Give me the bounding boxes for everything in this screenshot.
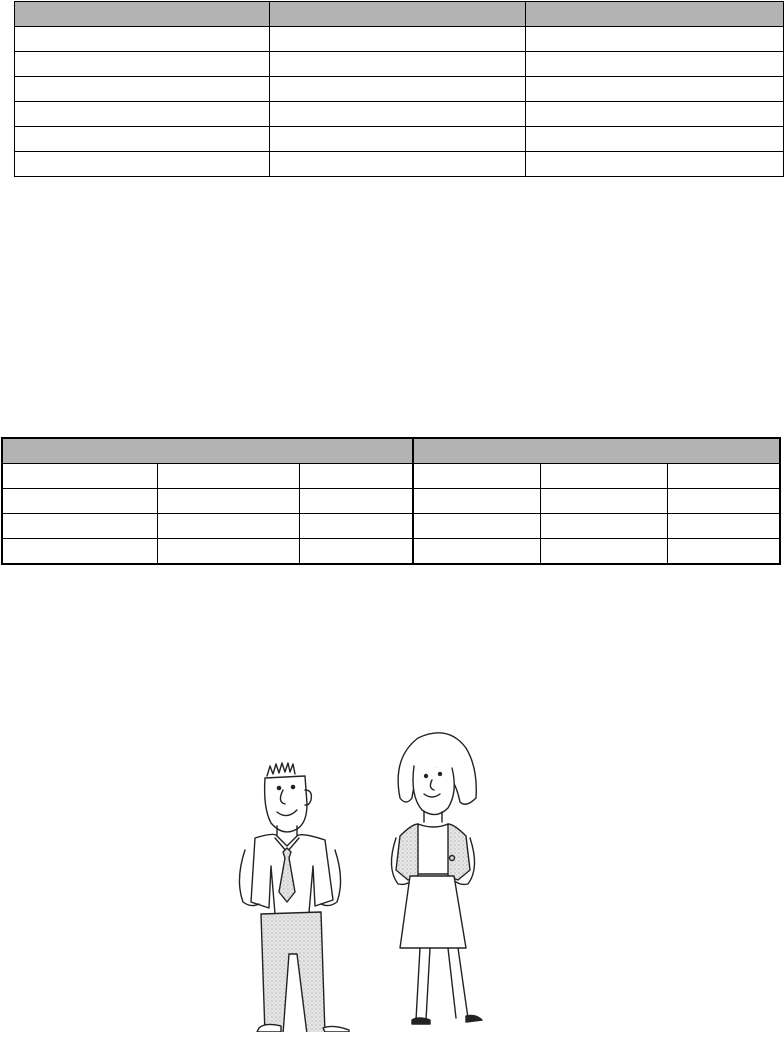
table-cell	[667, 513, 781, 539]
table-row	[14, 26, 784, 52]
table-cell	[269, 76, 526, 102]
table-cell	[412, 488, 541, 514]
table-cell	[525, 76, 784, 102]
table-row	[1, 488, 781, 514]
table-row	[1, 513, 781, 539]
table-cell	[667, 488, 781, 514]
table-cell	[269, 101, 526, 127]
table-cell	[412, 538, 541, 565]
table-header-cell	[269, 1, 526, 27]
table-cell	[1, 538, 158, 565]
table-cell	[269, 51, 526, 77]
table-group-header-cell	[412, 437, 781, 464]
table-cell	[412, 463, 541, 489]
table-cell	[269, 26, 526, 52]
table-cell	[156, 488, 301, 514]
table-cell	[14, 76, 270, 102]
table-cell	[269, 151, 526, 177]
table-cell	[525, 101, 784, 127]
table-cell	[156, 513, 301, 539]
table-cell	[14, 26, 270, 52]
table-row	[14, 101, 784, 127]
table-cell	[525, 51, 784, 77]
table-cell	[299, 488, 414, 514]
table-three-column	[14, 1, 784, 177]
table-grouped	[1, 437, 781, 565]
table-row	[14, 126, 784, 152]
table-row	[1, 538, 781, 565]
table-cell	[14, 101, 270, 127]
table-cell	[299, 538, 414, 565]
table-row	[14, 76, 784, 102]
table-cell	[299, 513, 414, 539]
businessman-clipart-icon	[238, 762, 350, 1032]
table-header-row	[14, 1, 784, 27]
table-cell	[14, 126, 270, 152]
table-cell	[1, 488, 158, 514]
table-cell	[156, 538, 301, 565]
table-cell	[667, 538, 781, 565]
table-cell	[412, 513, 541, 539]
table-cell	[525, 126, 784, 152]
table-cell	[525, 26, 784, 52]
table-cell	[525, 151, 784, 177]
table-cell	[1, 463, 158, 489]
table-row	[14, 151, 784, 177]
table-cell	[667, 463, 781, 489]
table-cell	[539, 488, 669, 514]
table-cell	[156, 463, 301, 489]
table-cell	[14, 151, 270, 177]
businesswoman-clipart-icon	[390, 732, 483, 1025]
table-cell	[269, 126, 526, 152]
table-cell	[1, 513, 158, 539]
table-group-header-row	[1, 437, 781, 464]
table-cell	[539, 463, 669, 489]
table-header-cell	[525, 1, 784, 27]
table-cell	[14, 51, 270, 77]
table-cell	[299, 463, 414, 489]
table-header-cell	[14, 1, 270, 27]
table-cell	[539, 513, 669, 539]
table-cell	[539, 538, 669, 565]
table-row	[1, 463, 781, 489]
table-group-header-cell	[1, 437, 414, 464]
table-row	[14, 51, 784, 77]
